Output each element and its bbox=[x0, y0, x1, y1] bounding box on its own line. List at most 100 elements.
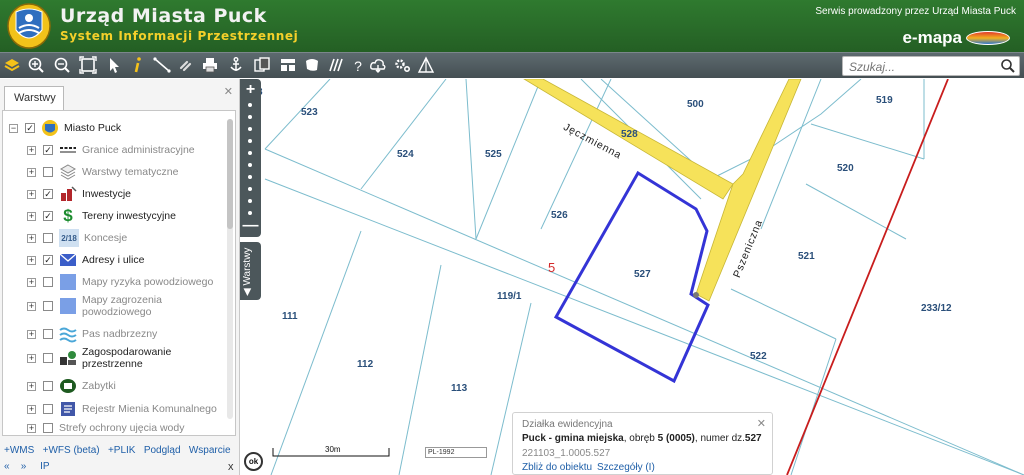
ok-button[interactable]: ok bbox=[244, 452, 263, 471]
layer-row[interactable]: + ✓ Adresy i ulice bbox=[27, 251, 235, 269]
layer-checkbox[interactable] bbox=[43, 423, 53, 433]
layer-checkbox[interactable]: ✓ bbox=[25, 123, 35, 133]
expand-icon[interactable]: + bbox=[27, 233, 36, 243]
expand-icon[interactable]: + bbox=[27, 167, 36, 177]
print-icon[interactable] bbox=[200, 56, 220, 76]
shape-icon[interactable] bbox=[302, 56, 322, 76]
layer-checkbox[interactable] bbox=[43, 404, 53, 414]
zoom-level-dot[interactable] bbox=[248, 199, 252, 203]
link-icon[interactable] bbox=[176, 56, 196, 76]
layer-checkbox[interactable] bbox=[43, 167, 53, 177]
layer-checkbox[interactable] bbox=[43, 277, 53, 287]
tree-scrollbar[interactable] bbox=[227, 119, 233, 419]
cloud-icon[interactable] bbox=[368, 56, 388, 76]
anchor-icon[interactable] bbox=[226, 56, 246, 76]
zoom-extent-icon[interactable] bbox=[78, 56, 98, 76]
details-link[interactable]: Szczegóły (I) bbox=[597, 462, 655, 473]
layer-checkbox[interactable] bbox=[43, 233, 53, 243]
parcel-label: 521 bbox=[798, 251, 815, 262]
layer-row[interactable]: + Mapy ryzyka powodziowego bbox=[27, 273, 235, 291]
scrollbar-thumb[interactable] bbox=[227, 119, 233, 229]
triangle-icon[interactable] bbox=[416, 56, 436, 76]
layer-checkbox[interactable]: ✓ bbox=[43, 211, 53, 221]
layout-icon[interactable] bbox=[278, 56, 298, 76]
expand-icon[interactable]: + bbox=[27, 255, 36, 265]
layer-label: Mapy ryzyka powodziowego bbox=[82, 276, 214, 288]
layer-checkbox[interactable] bbox=[43, 301, 53, 311]
expand-right-link[interactable]: » bbox=[21, 461, 27, 472]
tree-root[interactable]: − ✓ Miasto Puck bbox=[9, 119, 233, 137]
copy-icon[interactable] bbox=[252, 56, 272, 76]
select-arrow-icon[interactable] bbox=[104, 56, 124, 76]
zoom-minus-button[interactable]: — bbox=[240, 217, 261, 235]
zoom-level-dot[interactable] bbox=[248, 211, 252, 215]
expand-icon[interactable]: + bbox=[27, 404, 36, 414]
zoom-to-object-link[interactable]: Zbliż do obiektu bbox=[522, 462, 592, 473]
layer-row[interactable]: + ✓ Granice administracyjne bbox=[27, 141, 235, 159]
search-icon[interactable] bbox=[1000, 58, 1016, 74]
layer-row[interactable]: + Strefy ochrony ujęcia wody bbox=[27, 422, 235, 434]
ip-link[interactable]: IP bbox=[40, 461, 49, 472]
expand-icon[interactable]: + bbox=[27, 329, 36, 339]
info-icon[interactable] bbox=[128, 56, 148, 76]
panel-close-x[interactable]: x bbox=[228, 461, 234, 473]
preview-link[interactable]: Podgląd bbox=[144, 445, 181, 456]
app-title: Urząd Miasta Puck bbox=[60, 5, 267, 27]
expand-icon[interactable]: + bbox=[27, 353, 36, 363]
expand-icon[interactable]: + bbox=[27, 301, 36, 311]
expand-icon[interactable]: + bbox=[27, 277, 36, 287]
wms-link[interactable]: +WMS bbox=[4, 445, 34, 456]
emapa-brand[interactable]: e-mapa bbox=[902, 28, 1010, 48]
collapse-icon[interactable]: − bbox=[9, 123, 18, 133]
zoom-level-dot[interactable] bbox=[248, 187, 252, 191]
panel-close-icon[interactable]: ✕ bbox=[224, 85, 233, 98]
zoom-out-icon[interactable] bbox=[52, 56, 72, 76]
support-link[interactable]: Wsparcie bbox=[189, 445, 231, 456]
expand-icon[interactable]: + bbox=[27, 211, 36, 221]
expand-icon[interactable]: + bbox=[27, 145, 36, 155]
expand-icon[interactable]: + bbox=[27, 189, 36, 199]
zoom-level-dot[interactable] bbox=[248, 163, 252, 167]
layer-row[interactable]: + 2/18 Koncesje bbox=[27, 229, 235, 247]
layer-row[interactable]: + Rejestr Mienia Komunalnego bbox=[27, 400, 235, 418]
gear-icon[interactable] bbox=[392, 56, 412, 76]
layers-side-tab[interactable]: ◀ Warstwy bbox=[240, 242, 261, 300]
layer-checkbox[interactable]: ✓ bbox=[43, 145, 53, 155]
layer-row[interactable]: + Mapy zagrozenia powodziowego bbox=[27, 293, 235, 319]
wfs-link[interactable]: +WFS (beta) bbox=[43, 445, 100, 456]
measure-icon[interactable] bbox=[152, 56, 172, 76]
zoom-level-dot[interactable] bbox=[248, 139, 252, 143]
popup-type: Działka ewidencyjna bbox=[522, 419, 613, 430]
zoom-level-dot[interactable] bbox=[248, 115, 252, 119]
collapse-left-link[interactable]: « bbox=[4, 461, 10, 472]
search-input[interactable] bbox=[842, 56, 1020, 76]
popup-close-icon[interactable]: ✕ bbox=[757, 417, 766, 430]
layers-icon[interactable] bbox=[2, 56, 22, 76]
zoom-level-dot[interactable] bbox=[248, 127, 252, 131]
layer-checkbox[interactable]: ✓ bbox=[43, 189, 53, 199]
layer-row[interactable]: + ✓ $ Tereny inwestycyjne bbox=[27, 206, 235, 225]
crs-select[interactable]: PL-1992 bbox=[425, 447, 487, 458]
expand-icon[interactable]: + bbox=[27, 381, 36, 391]
layer-row[interactable]: + Pas nadbrzezny bbox=[27, 325, 235, 343]
plik-link[interactable]: +PLIK bbox=[108, 445, 136, 456]
selected-parcel[interactable] bbox=[553, 170, 710, 384]
layer-row[interactable]: + Zabytki bbox=[27, 377, 235, 395]
layer-checkbox[interactable] bbox=[43, 329, 53, 339]
layer-checkbox[interactable] bbox=[43, 381, 53, 391]
zoom-plus-button[interactable]: + bbox=[240, 81, 261, 99]
layer-checkbox[interactable] bbox=[43, 353, 53, 363]
zoom-level-dot[interactable] bbox=[248, 151, 252, 155]
expand-icon[interactable]: + bbox=[27, 423, 36, 433]
tab-warstwy[interactable]: Warstwy bbox=[4, 86, 64, 110]
layer-row[interactable]: + Zagospodarowanie przestrzenne bbox=[27, 345, 235, 371]
layer-row[interactable]: + ✓ Inwestycje bbox=[27, 185, 235, 203]
zoom-in-icon[interactable] bbox=[26, 56, 46, 76]
zoom-level-dot[interactable] bbox=[248, 175, 252, 179]
zoom-slider[interactable]: + — bbox=[240, 79, 261, 237]
hatch-icon[interactable] bbox=[326, 56, 346, 76]
zoom-level-dot[interactable] bbox=[248, 103, 252, 107]
help-icon[interactable]: ? bbox=[348, 56, 368, 76]
layer-row[interactable]: + Warstwy tematyczne bbox=[27, 163, 235, 181]
layer-checkbox[interactable]: ✓ bbox=[43, 255, 53, 265]
